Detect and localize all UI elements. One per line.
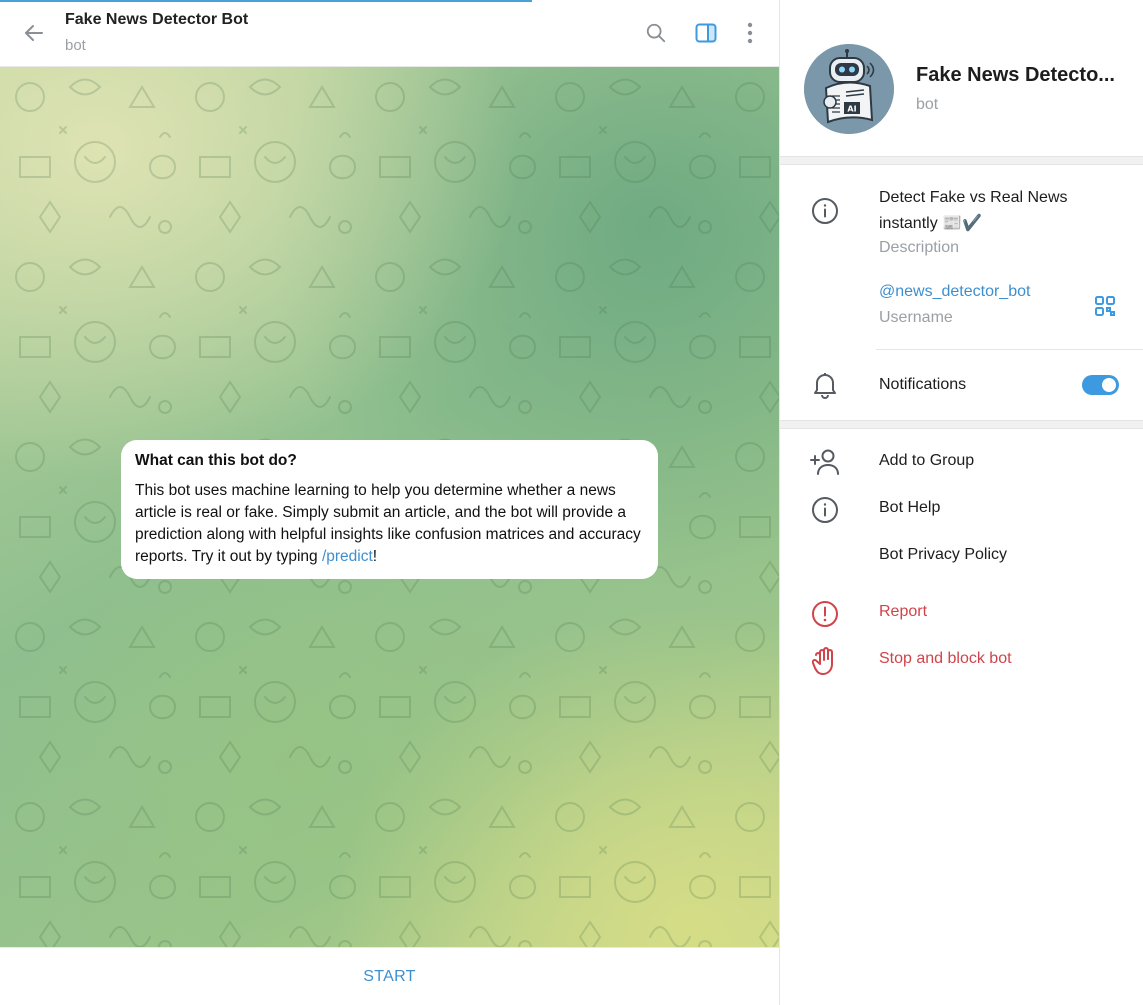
profile-status: bot: [916, 96, 939, 113]
sidebar-toggle-icon[interactable]: [693, 20, 719, 46]
notifications-label: Notifications: [879, 376, 967, 393]
username-link[interactable]: @news_detector_bot: [879, 283, 1030, 301]
search-icon[interactable]: [643, 20, 669, 46]
description-label: Description: [879, 239, 960, 256]
notifications-toggle[interactable]: [1082, 375, 1119, 395]
intro-body-text: This bot uses machine learning to help y…: [135, 482, 641, 565]
bell-icon: [808, 368, 842, 402]
chat-title[interactable]: Fake News Detector Bot: [65, 11, 248, 29]
description-line-1: Detect Fake vs Real News: [879, 189, 1068, 206]
more-vertical-icon[interactable]: [737, 20, 763, 46]
add-user-icon[interactable]: [808, 445, 842, 479]
info-icon[interactable]: [808, 493, 842, 527]
section-separator: [780, 156, 1143, 165]
toggle-knob: [1100, 376, 1118, 394]
qr-code-icon[interactable]: [1094, 295, 1116, 317]
description-line-2: instantly 📰✔️: [879, 215, 982, 232]
chat-column: Fake News Detector Bot bot What can this…: [0, 0, 780, 1005]
inner-separator: [876, 349, 1143, 350]
add-to-group-button[interactable]: Add to Group: [879, 452, 974, 470]
stop-block-button[interactable]: Stop and block bot: [879, 650, 1012, 668]
profile-name: Fake News Detecto...: [916, 64, 1115, 86]
chat-subtitle: bot: [65, 37, 86, 54]
predict-command-link[interactable]: /predict: [322, 548, 373, 565]
start-button[interactable]: START: [363, 968, 415, 986]
hand-stop-icon[interactable]: [808, 644, 842, 678]
privacy-policy-button[interactable]: Bot Privacy Policy: [879, 546, 1007, 564]
intro-body: This bot uses machine learning to help y…: [135, 480, 644, 568]
bot-intro-card: What can this bot do? This bot uses mach…: [121, 440, 658, 579]
bot-avatar[interactable]: AI: [804, 44, 894, 134]
report-button[interactable]: Report: [879, 603, 927, 621]
intro-title: What can this bot do?: [135, 452, 297, 469]
username-label: Username: [879, 309, 953, 326]
info-icon: [808, 194, 842, 228]
report-icon[interactable]: [808, 597, 842, 631]
arrow-left-icon[interactable]: [20, 18, 48, 48]
chat-header: Fake News Detector Bot bot: [0, 0, 779, 67]
loading-progress-bar: [0, 0, 532, 2]
bot-help-button[interactable]: Bot Help: [879, 499, 940, 517]
start-bar[interactable]: START: [0, 947, 779, 1005]
chat-wallpaper: What can this bot do? This bot uses mach…: [0, 67, 779, 947]
profile-panel: AI Fake News Detecto... bot Detect Fake …: [780, 0, 1143, 1005]
svg-text:AI: AI: [847, 105, 856, 114]
section-separator: [780, 420, 1143, 429]
intro-body-end: !: [372, 548, 378, 565]
